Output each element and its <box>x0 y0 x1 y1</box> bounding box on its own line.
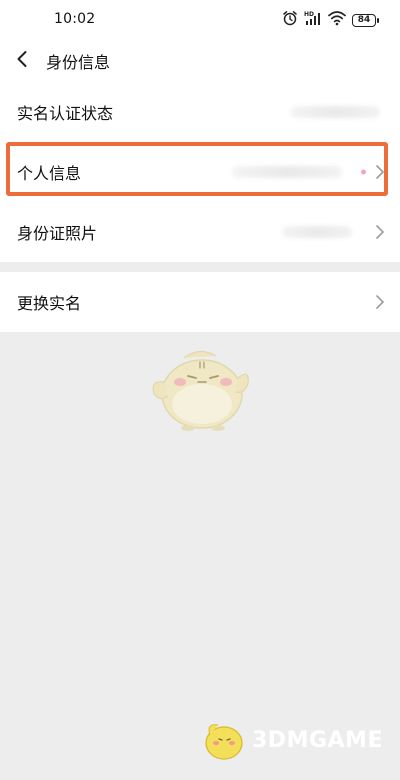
alarm-icon <box>282 10 298 30</box>
header: 身份信息 <box>0 40 400 82</box>
status-time: 10:02 <box>54 11 96 27</box>
chevron-right-icon <box>374 294 386 310</box>
pink-dot <box>361 169 366 175</box>
mascot-illustration <box>144 342 256 436</box>
status-bar: 10:02 HD 84 <box>0 0 400 40</box>
chevron-right-icon <box>374 164 386 180</box>
row-label: 更换实名 <box>17 294 82 313</box>
blurred-value <box>290 106 380 118</box>
change-real-name-row[interactable]: 更换实名 <box>0 272 400 332</box>
blurred-value <box>282 226 352 238</box>
battery-icon: 84 <box>352 13 379 27</box>
id-card-photo-row[interactable]: 身份证照片 <box>0 202 400 262</box>
hd-signal-icon: HD <box>304 10 322 30</box>
personal-info-row[interactable]: 个人信息 <box>0 142 400 202</box>
chevron-right-icon <box>374 224 386 240</box>
watermark-mascot-icon <box>200 713 246 767</box>
real-name-status-row[interactable]: 实名认证状态 <box>0 82 400 142</box>
back-button[interactable] <box>8 46 36 76</box>
identity-info-group: 实名认证状态 个人信息 身份证照片 <box>0 82 400 262</box>
svg-text:HD: HD <box>304 11 314 18</box>
change-name-group: 更换实名 <box>0 272 400 332</box>
blurred-value <box>232 166 342 178</box>
watermark-text: 3DMGAME <box>252 727 383 753</box>
status-icons: HD 84 <box>282 10 379 30</box>
row-label: 实名认证状态 <box>17 104 114 123</box>
page-title: 身份信息 <box>46 53 111 72</box>
row-label: 身份证照片 <box>17 224 98 243</box>
wifi-icon <box>328 10 346 30</box>
chevron-left-icon <box>16 50 28 72</box>
watermark: 3DMGAME <box>200 710 383 770</box>
row-label: 个人信息 <box>17 164 82 183</box>
